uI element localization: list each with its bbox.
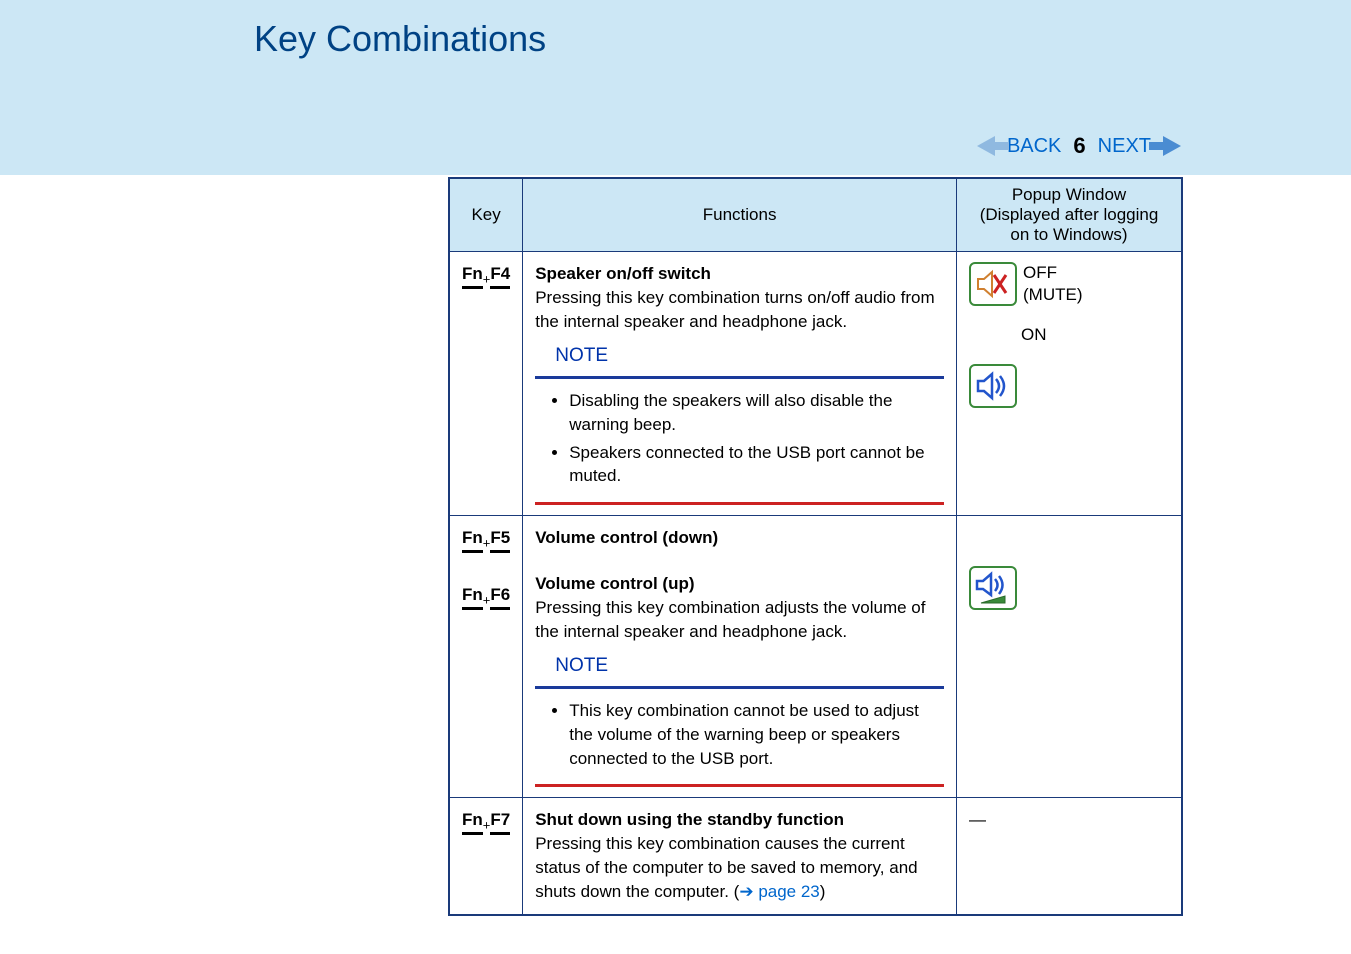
back-arrow-icon[interactable] [977,136,995,156]
popup-fn-f7: — [957,798,1183,915]
f7-key-label: F7 [490,808,510,835]
header-key: Key [449,178,523,252]
speaker-mute-icon [969,262,1017,306]
f5-key-label: F5 [490,526,510,553]
f6-key-label: F6 [490,583,510,610]
f4-desc: Pressing this key combination turns on/o… [535,288,934,331]
note-label-f4: NOTE [555,343,944,370]
note-label-f6: NOTE [555,653,944,680]
f7-title: Shut down using the standby function [535,810,844,829]
volume-icon [969,566,1017,610]
fn-key-label: Fn [462,808,483,835]
plus-sign: + [483,818,491,833]
arrow-icon: ➔ [739,882,753,901]
next-link[interactable]: NEXT [1098,135,1151,158]
fn-key-label: Fn [462,583,483,610]
next-arrow-icon[interactable] [1163,136,1181,156]
note-box-f6: This key combination cannot be used to a… [535,686,944,787]
page-link[interactable]: page 23 [758,882,819,901]
f6-desc: Pressing this key combination adjusts th… [535,598,925,641]
speaker-on-icon [969,364,1017,408]
content-area: Key Functions Popup Window (Displayed af… [448,177,1183,916]
key-fn-f4: Fn+F4 [449,252,523,516]
page-number: 6 [1073,133,1085,159]
row-fn-f7: Fn+F7 Shut down using the standby functi… [449,798,1182,915]
popup-off-label: OFF (MUTE) [1023,262,1082,306]
plus-sign: + [483,536,491,551]
f4-key-label: F4 [490,262,510,289]
key-combinations-table: Key Functions Popup Window (Displayed af… [448,177,1183,916]
plus-sign: + [483,271,491,286]
popup-on-label: ON [1021,324,1047,346]
key-fn-f5-f6: Fn+F5 Fn+F6 [449,516,523,798]
header-functions: Functions [523,178,957,252]
page-title: Key Combinations [0,0,1351,60]
f7-desc-post: ) [820,882,826,901]
note-item: Speakers connected to the USB port canno… [569,441,936,489]
f4-title: Speaker on/off switch [535,264,711,283]
popup-fn-f4: OFF (MUTE) ON [957,252,1183,516]
note-item: Disabling the speakers will also disable… [569,389,936,437]
note-item: This key combination cannot be used to a… [569,699,936,770]
nav-bar: BACK 6 NEXT [977,133,1181,159]
functions-fn-f7: Shut down using the standby function Pre… [523,798,957,915]
header-popup: Popup Window (Displayed after logging on… [957,178,1183,252]
fn-key-label: Fn [462,262,483,289]
note-box-f4: Disabling the speakers will also disable… [535,376,944,505]
plus-sign: + [483,592,491,607]
f6-title: Volume control (up) [535,574,694,593]
back-link[interactable]: BACK [1007,135,1061,158]
row-fn-f5-f6: Fn+F5 Fn+F6 Volume control (down) Volume… [449,516,1182,798]
functions-fn-f4: Speaker on/off switch Pressing this key … [523,252,957,516]
popup-dash: — [969,810,986,829]
row-fn-f4: Fn+F4 Speaker on/off switch Pressing thi… [449,252,1182,516]
functions-fn-f5-f6: Volume control (down) Volume control (up… [523,516,957,798]
key-fn-f7: Fn+F7 [449,798,523,915]
popup-fn-f5-f6 [957,516,1183,798]
f5-title: Volume control (down) [535,528,718,547]
f7-desc-pre: Pressing this key combination causes the… [535,834,917,901]
header-banner: Key Combinations BACK 6 NEXT [0,0,1351,175]
fn-key-label: Fn [462,526,483,553]
